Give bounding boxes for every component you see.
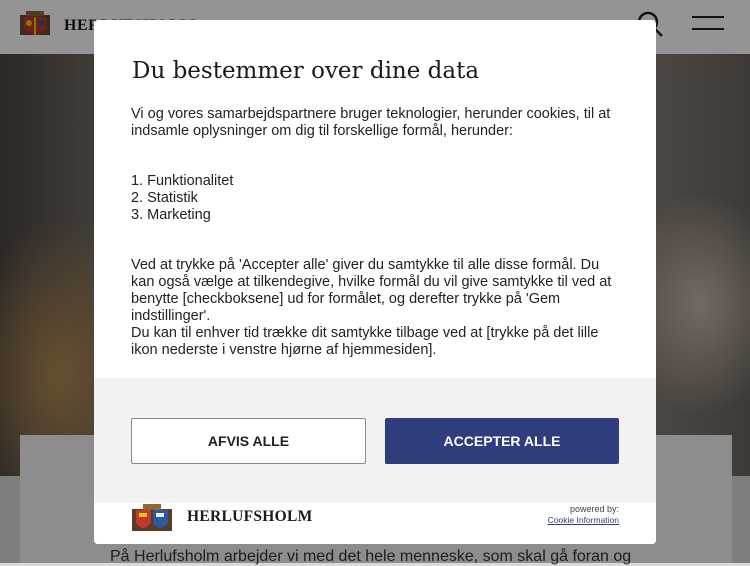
purpose-list: 1. Funktionalitet 2. Statistik 3. Market… — [131, 173, 619, 224]
dialog-paragraph-accept: Ved at trykke på 'Accepter alle' giver d… — [131, 257, 612, 324]
dialog-intro: Vi og vores samarbejdspartnere bruger te… — [131, 106, 611, 139]
crest-icon — [132, 504, 172, 531]
dialog-title: Du bestemmer over dine data — [132, 58, 480, 84]
purpose-item: 3. Marketing — [131, 207, 211, 223]
footer-brand: HERLUFSHOLM — [187, 508, 313, 525]
accept-all-button[interactable]: ACCEPTER ALLE — [385, 418, 619, 464]
dialog-paragraph-withdraw: Du kan til enhver tid trække dit samtykk… — [131, 325, 599, 358]
button-bar: AFVIS ALLE ACCEPTER ALLE — [94, 378, 656, 503]
purpose-item: 1. Funktionalitet — [131, 173, 234, 189]
dialog-body: Vi og vores samarbejdspartnere bruger te… — [131, 106, 619, 359]
dialog-footer: HERLUFSHOLM powered by: Cookie Informati… — [94, 503, 656, 544]
reject-all-button[interactable]: AFVIS ALLE — [131, 418, 366, 464]
cookie-information-link[interactable]: Cookie Information — [548, 515, 619, 525]
powered-by-label: powered by: — [569, 504, 619, 514]
purpose-item: 2. Statistik — [131, 190, 198, 206]
cookie-consent-dialog: Du bestemmer over dine data Vi og vores … — [94, 20, 656, 544]
